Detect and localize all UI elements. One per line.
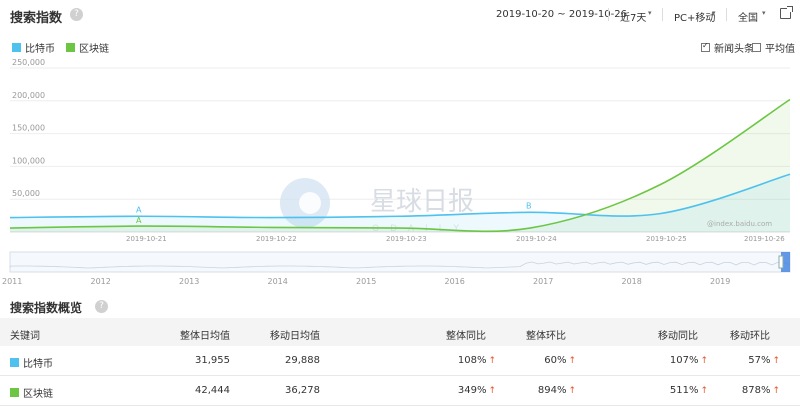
table-row: 区块链 42,444 36,278 349% ↑ 894% ↑ 511% ↑ 878%… — [0, 376, 800, 406]
device-select[interactable]: PC+移动 — [674, 9, 715, 24]
page-title: 搜索指数 — [10, 11, 63, 26]
x-tick-label: 2019-10-21 — [126, 235, 167, 243]
keyword-label: 区块链 — [23, 389, 53, 400]
x-tick-label: 2019-10-22 — [256, 235, 297, 243]
keyword-swatch — [10, 358, 19, 367]
scroller-year-label: 2018 — [622, 277, 642, 286]
column-header: 关键词 — [10, 331, 40, 342]
time-range-scroller[interactable]: 2011 2012 2013 2014 2015 2016 2017 2018 2019 — [0, 248, 800, 290]
legend-item-bitcoin[interactable]: 比特币 — [12, 40, 55, 55]
legend-swatch — [66, 43, 75, 52]
legend-label: 比特币 — [25, 44, 55, 55]
watermark-text: 星球日报 — [370, 187, 474, 217]
scroller-year-label: 2011 — [2, 277, 22, 286]
scroller-year-label: 2016 — [445, 277, 465, 286]
checkbox-label: 平均值 — [765, 44, 795, 55]
overall-mom: 894% ↑ — [537, 385, 576, 396]
table-row: 比特币 31,955 29,888 108% ↑ 60% ↑ 107% ↑ 57% ↑ — [0, 346, 800, 376]
y-tick-label: 100,000 — [12, 156, 45, 165]
overall-mom: 60% ↑ — [544, 355, 576, 366]
annotation-marker: A — [136, 216, 142, 225]
arrow-up-icon: ↑ — [568, 356, 576, 366]
column-header: 整体日均值 — [180, 331, 230, 342]
scroller-year-label: 2019 — [710, 277, 730, 286]
search-index-chart[interactable]: 250,000200,000150,000100,00050,000 星球日报OD… — [0, 55, 800, 245]
arrow-up-icon: ↑ — [700, 386, 708, 396]
overall-avg: 31,955 — [195, 355, 230, 366]
annotation-marker: B — [526, 201, 532, 210]
help-icon[interactable]: ? — [95, 300, 108, 313]
chevron-down-icon[interactable]: ▾ — [762, 9, 766, 17]
column-header: 整体环比 — [526, 331, 566, 342]
overview-title: 搜索指数概览 — [10, 301, 83, 315]
news-headlines-checkbox[interactable]: 新闻头条 — [701, 40, 754, 55]
divider — [726, 8, 727, 21]
chevron-down-icon[interactable]: ▾ — [648, 9, 652, 17]
checkbox-icon[interactable] — [701, 41, 710, 52]
x-tick-label: 2019-10-26 — [744, 235, 785, 243]
arrow-up-icon: ↑ — [488, 356, 496, 366]
annotation-marker: A — [136, 205, 142, 214]
mobile-yoy: 511% ↑ — [669, 385, 708, 396]
source-watermark: @index.baidu.com — [707, 220, 772, 228]
top-bar: 搜索指数 ? 2019-10-20 ~ 2019-10-26 近7天 ▾ PC+… — [0, 0, 800, 30]
mobile-mom: 878% ↑ — [741, 385, 780, 396]
column-header: 整体同比 — [446, 331, 486, 342]
checkbox-label: 新闻头条 — [714, 44, 754, 55]
arrow-up-icon: ↑ — [568, 386, 576, 396]
scroller-year-label: 2012 — [91, 277, 111, 286]
scroller-year-label: 2017 — [533, 277, 553, 286]
table-header: 关键词 整体日均值 移动日均值 整体同比 整体环比 移动同比 移动环比 — [0, 318, 800, 346]
divider — [662, 8, 663, 21]
scroller-handle[interactable] — [778, 255, 784, 269]
legend-swatch — [12, 43, 21, 52]
x-tick-label: 2019-10-25 — [646, 235, 687, 243]
chevron-down-icon[interactable]: ▾ — [712, 9, 716, 17]
keyword-swatch — [10, 388, 19, 397]
keyword-label: 比特币 — [23, 359, 53, 370]
mobile-avg: 29,888 — [285, 355, 320, 366]
arrow-up-icon: ↑ — [700, 356, 708, 366]
overall-avg: 42,444 — [195, 385, 230, 396]
keyword-cell: 区块链 — [10, 385, 53, 400]
checkbox-icon[interactable] — [752, 43, 761, 52]
mobile-mom: 57% ↑ — [748, 355, 780, 366]
keyword-cell: 比特币 — [10, 355, 53, 370]
x-tick-label: 2019-10-24 — [516, 235, 557, 243]
region-select[interactable]: 全国 — [738, 9, 758, 24]
overall-yoy: 349% ↑ — [457, 385, 496, 396]
watermark-logo-icon — [299, 192, 321, 214]
mobile-avg: 36,278 — [285, 385, 320, 396]
legend-item-blockchain[interactable]: 区块链 — [66, 40, 109, 55]
arrow-up-icon: ↑ — [488, 386, 496, 396]
legend-label: 区块链 — [79, 44, 109, 55]
arrow-up-icon: ↑ — [772, 356, 780, 366]
mobile-yoy: 107% ↑ — [669, 355, 708, 366]
overall-yoy: 108% ↑ — [457, 355, 496, 366]
x-tick-label: 2019-10-23 — [386, 235, 427, 243]
period-select[interactable]: 近7天 — [620, 9, 646, 24]
scroller-year-label: 2014 — [268, 277, 288, 286]
external-link-icon[interactable] — [780, 6, 793, 19]
y-tick-label: 250,000 — [12, 58, 45, 67]
y-tick-label: 50,000 — [12, 189, 40, 198]
help-icon[interactable]: ? — [70, 8, 83, 21]
scroller-year-label: 2013 — [179, 277, 199, 286]
arrow-up-icon: ↑ — [772, 386, 780, 396]
y-tick-label: 200,000 — [12, 91, 45, 100]
average-checkbox[interactable]: 平均值 — [752, 40, 795, 55]
y-tick-label: 150,000 — [12, 124, 45, 133]
scroller-year-label: 2015 — [356, 277, 376, 286]
column-header: 移动同比 — [658, 331, 698, 342]
column-header: 移动环比 — [730, 331, 770, 342]
column-header: 移动日均值 — [270, 331, 320, 342]
divider — [608, 8, 609, 21]
